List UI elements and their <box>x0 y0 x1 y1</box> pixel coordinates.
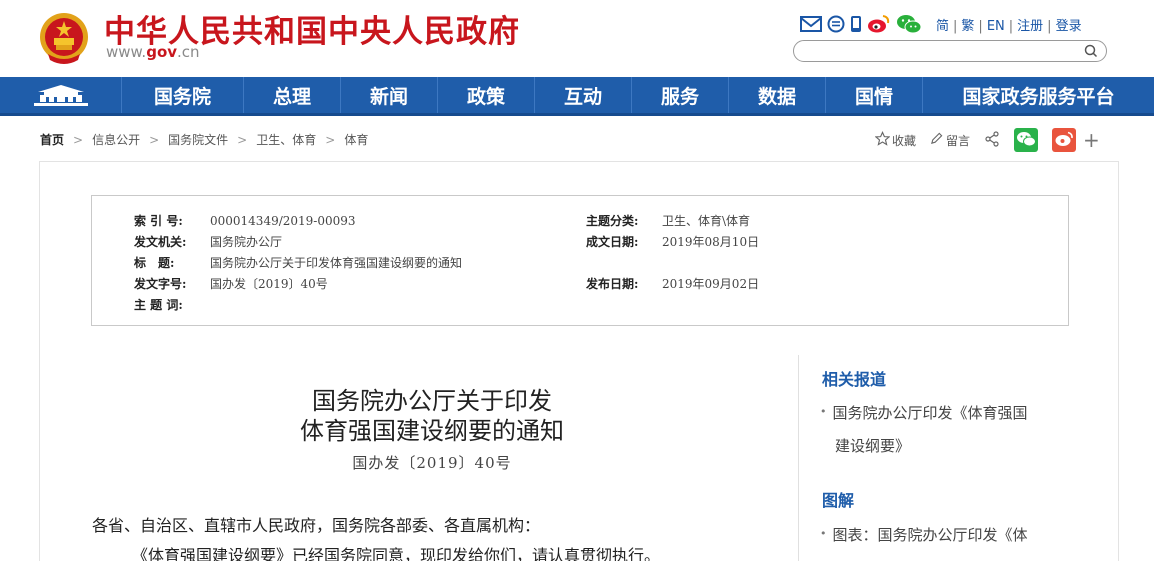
meta-title-label: 标 题: <box>134 256 175 270</box>
nav-item-policy[interactable]: 政策 <box>438 77 535 113</box>
breadcrumb-sports[interactable]: 体育 <box>344 133 368 147</box>
favorite-button[interactable]: 收藏 <box>874 131 917 149</box>
related-report-line1: 国务院办公厅印发《体育强国 <box>832 404 1028 422</box>
meta-keywords-label: 主 题 词: <box>134 298 183 312</box>
meta-topic-value: 卫生、体育\体育 <box>662 214 751 228</box>
nav-item-national-info[interactable]: 国情 <box>826 77 923 113</box>
star-icon <box>874 131 891 149</box>
meta-issuer-value: 国务院办公厅 <box>210 235 283 249</box>
meta-topic-row: 主题分类: 卫生、体育\体育 <box>586 212 750 229</box>
weibo-share-button[interactable] <box>1052 128 1077 152</box>
breadcrumb-home[interactable]: 首页 <box>40 133 64 147</box>
article-title: 国务院办公厅关于印发 体育强国建设纲要的通知 <box>200 386 664 446</box>
url-brand: gov <box>146 43 178 61</box>
favorite-label: 收藏 <box>892 133 917 148</box>
national-emblem-icon[interactable] <box>38 10 90 66</box>
meta-date-label: 成文日期: <box>586 235 639 249</box>
meta-pubdate-row: 发布日期: 2019年09月02日 <box>586 275 759 292</box>
article-title-line2: 体育强国建设纲要的通知 <box>300 417 564 445</box>
share-toolbar: 收藏 留言 + <box>874 126 1100 154</box>
meta-keywords-row: 主 题 词: <box>134 296 210 313</box>
related-reports-heading: 相关报道 <box>822 370 887 389</box>
meta-issuer-row: 发文机关: 国务院办公厅 <box>134 233 282 250</box>
main-nav: 国务院 总理 新闻 政策 互动 服务 数据 国情 国家政务服务平台 <box>0 77 1154 116</box>
meta-pubdate-label: 发布日期: <box>586 277 639 291</box>
more-share-plus-icon[interactable]: + <box>1083 130 1100 150</box>
article-doc-number: 国办发〔2019〕40号 <box>352 454 512 472</box>
graphic-link-line1: 图表：国务院办公厅印发《体 <box>832 526 1028 544</box>
meta-index-row: 索 引 号: 000014349/2019-00093 <box>134 212 356 229</box>
breadcrumb-separator: > <box>237 133 248 147</box>
url-prefix: www. <box>106 43 147 61</box>
article-title-line1: 国务院办公厅关于印发 <box>312 387 552 415</box>
meta-date-row: 成文日期: 2019年08月10日 <box>586 233 759 250</box>
related-report-link[interactable]: • 国务院办公厅印发《体育强国 建设纲要》 <box>820 395 1056 463</box>
article-paragraph: 《体育强国建设纲要》已经国务院同意，现印发给你们，请认真贯彻执行。 <box>132 546 661 561</box>
meta-docno-label: 发文字号: <box>134 277 187 291</box>
nav-item-premier[interactable]: 总理 <box>244 77 341 113</box>
breadcrumb-info-disclosure[interactable]: 信息公开 <box>92 133 140 147</box>
meta-index-value: 000014349/2019-00093 <box>210 214 356 228</box>
graphic-link[interactable]: • 图表：国务院办公厅印发《体 <box>820 517 1056 552</box>
breadcrumb-separator: > <box>325 133 336 147</box>
bullet-icon: • <box>820 405 827 418</box>
meta-topic-label: 主题分类: <box>586 214 639 228</box>
meta-docno-value: 国办发〔2019〕40号 <box>210 277 328 291</box>
site-header: 中华人民共和国中央人民政府 www.gov.cn 简 | 繁 | EN | 注册 | 登录 <box>0 0 1154 77</box>
site-url: www.gov.cn <box>106 43 200 61</box>
register-link[interactable]: 注册 <box>1017 19 1043 34</box>
nav-item-gov-service-platform[interactable]: 国家政务服务平台 <box>923 77 1154 113</box>
meta-title-row: 标 题: 国务院办公厅关于印发体育强国建设纲要的通知 <box>134 254 462 271</box>
pencil-icon <box>930 132 943 148</box>
sidebar-divider <box>798 355 799 561</box>
breadcrumb: 首页 > 信息公开 > 国务院文件 > 卫生、体育 > 体育 <box>40 131 368 148</box>
search-input[interactable] <box>806 43 1076 59</box>
search-icon[interactable] <box>1083 43 1099 63</box>
share-button[interactable] <box>984 130 1000 150</box>
meta-title-value: 国务院办公厅关于印发体育强国建设纲要的通知 <box>210 256 463 270</box>
message-icon[interactable] <box>827 14 845 34</box>
weibo-icon[interactable] <box>867 14 891 34</box>
nav-home-tiananmen-icon[interactable] <box>0 77 122 113</box>
meta-date-value: 2019年08月10日 <box>662 235 760 249</box>
breadcrumb-separator: > <box>73 133 84 147</box>
meta-index-label: 索 引 号: <box>134 214 183 228</box>
weibo-icon <box>1054 131 1074 150</box>
bullet-icon: • <box>820 527 827 540</box>
article-paragraph: 各省、自治区、直辖市人民政府，国务院各部委、各直属机构： <box>92 516 541 535</box>
mobile-icon[interactable] <box>850 14 862 34</box>
breadcrumb-separator: > <box>149 133 160 147</box>
language-and-account-links: 简 | 繁 | EN | 注册 | 登录 <box>936 19 1082 34</box>
mail-icon[interactable] <box>800 14 822 34</box>
search-box <box>793 40 1107 62</box>
related-report-line2: 建设纲要》 <box>835 437 911 455</box>
breadcrumb-state-council-docs[interactable]: 国务院文件 <box>168 133 228 147</box>
breadcrumb-health-sports[interactable]: 卫生、体育 <box>256 133 316 147</box>
document-metadata-box: 索 引 号: 000014349/2019-00093 主题分类: 卫生、体育\体育… <box>91 195 1069 326</box>
wechat-icon[interactable] <box>896 14 922 34</box>
lang-simplified-link[interactable]: 简 <box>936 19 949 34</box>
lang-english-link[interactable]: EN <box>987 19 1005 34</box>
share-icon <box>984 130 1000 150</box>
nav-item-state-council[interactable]: 国务院 <box>122 77 244 113</box>
nav-item-data[interactable]: 数据 <box>729 77 826 113</box>
meta-docno-row: 发文字号: 国办发〔2019〕40号 <box>134 275 328 292</box>
comment-label: 留言 <box>946 133 971 148</box>
meta-issuer-label: 发文机关: <box>134 235 187 249</box>
wechat-share-button[interactable] <box>1014 128 1039 152</box>
nav-item-news[interactable]: 新闻 <box>341 77 438 113</box>
comment-button[interactable]: 留言 <box>930 132 970 149</box>
top-icon-bar <box>800 13 922 35</box>
login-link[interactable]: 登录 <box>1056 19 1082 34</box>
lang-traditional-link[interactable]: 繁 <box>961 19 974 34</box>
nav-item-services[interactable]: 服务 <box>632 77 729 113</box>
nav-item-interaction[interactable]: 互动 <box>535 77 632 113</box>
graphics-heading: 图解 <box>822 491 855 510</box>
url-suffix: .cn <box>177 43 200 61</box>
wechat-icon <box>1016 131 1037 150</box>
meta-pubdate-value: 2019年09月02日 <box>662 277 760 291</box>
